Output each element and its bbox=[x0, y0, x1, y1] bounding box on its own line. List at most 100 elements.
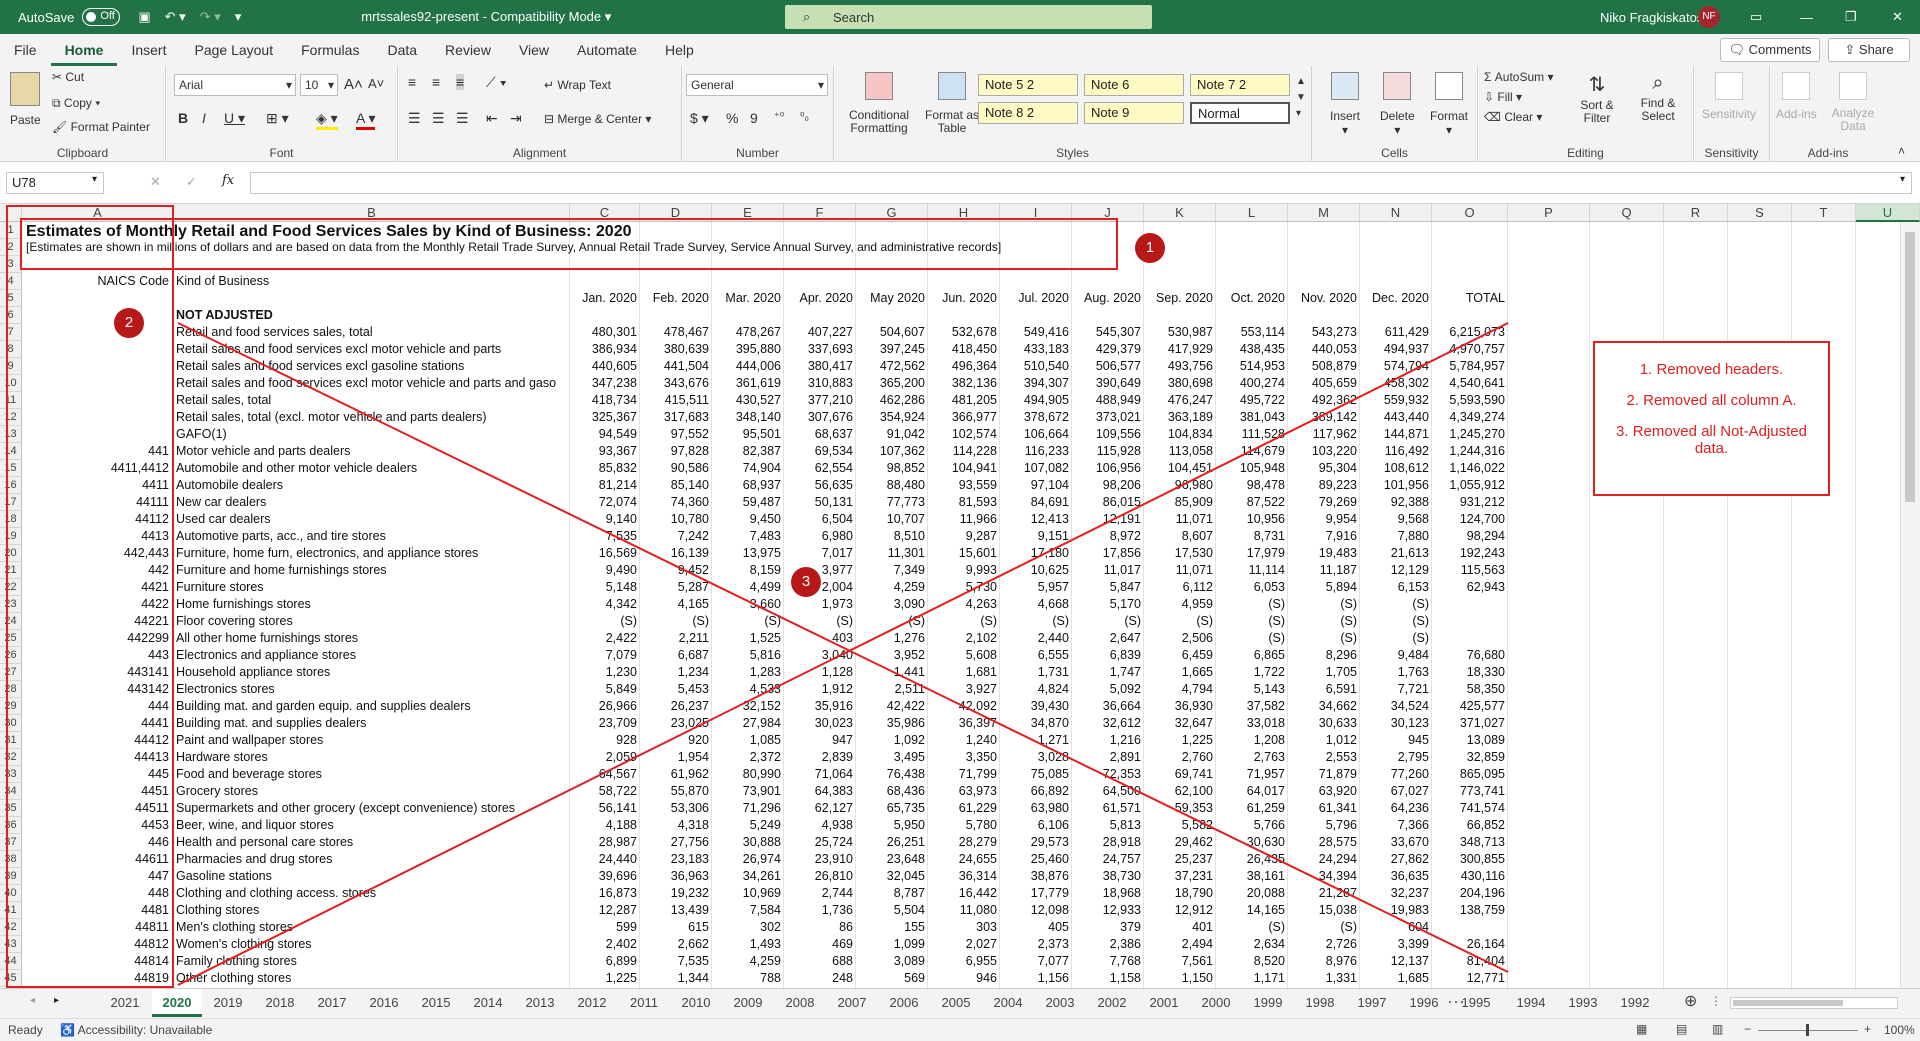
value-cell[interactable]: 1,681 bbox=[928, 664, 1000, 681]
row-header[interactable]: 42 bbox=[0, 919, 22, 936]
value-cell[interactable]: 348,713 bbox=[1432, 834, 1508, 851]
naics-code[interactable]: 44814 bbox=[22, 953, 172, 970]
col-header-h[interactable]: H bbox=[928, 204, 1000, 222]
expand-formula-icon[interactable]: ▾ bbox=[1900, 174, 1905, 185]
value-cell[interactable]: 920 bbox=[640, 732, 712, 749]
value-cell[interactable]: 34,261 bbox=[712, 868, 784, 885]
value-cell[interactable]: 124,700 bbox=[1432, 511, 1508, 528]
value-cell[interactable]: 1,245,270 bbox=[1432, 426, 1508, 443]
value-cell[interactable]: 93,367 bbox=[570, 443, 640, 460]
value-cell[interactable]: 1,722 bbox=[1216, 664, 1288, 681]
enter-icon[interactable]: ✓ bbox=[186, 174, 197, 190]
value-cell[interactable]: 106,956 bbox=[1072, 460, 1144, 477]
value-cell[interactable]: 532,678 bbox=[928, 324, 1000, 341]
currency-icon[interactable]: $ ▾ bbox=[690, 110, 709, 127]
value-cell[interactable]: 1,085 bbox=[712, 732, 784, 749]
font-name-select[interactable]: Arial ▾ bbox=[174, 74, 296, 96]
value-cell[interactable] bbox=[1432, 613, 1508, 630]
row-header[interactable]: 34 bbox=[0, 783, 22, 800]
naics-code[interactable]: 441 bbox=[22, 443, 172, 460]
naics-code[interactable]: 447 bbox=[22, 868, 172, 885]
collapse-ribbon-icon[interactable]: ˄ bbox=[1898, 144, 1905, 158]
value-cell[interactable]: 80,990 bbox=[712, 766, 784, 783]
naics-code[interactable]: 448 bbox=[22, 885, 172, 902]
scroll-thumb[interactable] bbox=[1905, 232, 1915, 502]
value-cell[interactable]: 403 bbox=[784, 630, 856, 647]
row-header[interactable]: 1 bbox=[0, 222, 22, 239]
value-cell[interactable]: 76,680 bbox=[1432, 647, 1508, 664]
sheet-tab-2016[interactable]: 2016 bbox=[358, 989, 410, 1017]
value-cell[interactable] bbox=[1432, 630, 1508, 647]
business-kind[interactable]: Hardware stores bbox=[176, 749, 568, 766]
row-header[interactable]: 32 bbox=[0, 749, 22, 766]
value-cell[interactable]: 16,569 bbox=[570, 545, 640, 562]
value-cell[interactable]: 29,462 bbox=[1144, 834, 1216, 851]
font-size-select[interactable]: 10 ▾ bbox=[300, 74, 338, 96]
value-cell[interactable]: 478,267 bbox=[712, 324, 784, 341]
row-header[interactable]: 21 bbox=[0, 562, 22, 579]
value-cell[interactable]: (S) bbox=[1288, 919, 1360, 936]
value-cell[interactable]: 61,962 bbox=[640, 766, 712, 783]
value-cell[interactable]: 88,480 bbox=[856, 477, 928, 494]
value-cell[interactable]: 109,556 bbox=[1072, 426, 1144, 443]
value-cell[interactable]: 380,639 bbox=[640, 341, 712, 358]
value-cell[interactable]: 117,962 bbox=[1288, 426, 1360, 443]
naics-code[interactable]: 44812 bbox=[22, 936, 172, 953]
value-cell[interactable]: 19,232 bbox=[640, 885, 712, 902]
value-cell[interactable]: 1,055,912 bbox=[1432, 477, 1508, 494]
value-cell[interactable]: 4,959 bbox=[1144, 596, 1216, 613]
value-cell[interactable]: 1,012 bbox=[1288, 732, 1360, 749]
value-cell[interactable]: 32,152 bbox=[712, 698, 784, 715]
value-cell[interactable]: 96,980 bbox=[1144, 477, 1216, 494]
value-cell[interactable]: 113,058 bbox=[1144, 443, 1216, 460]
row-header[interactable]: 37 bbox=[0, 834, 22, 851]
value-cell[interactable]: 93,559 bbox=[928, 477, 1000, 494]
business-kind[interactable]: Electronics and appliance stores bbox=[176, 647, 568, 664]
value-cell[interactable]: 58,722 bbox=[570, 783, 640, 800]
value-cell[interactable]: (S) bbox=[570, 613, 640, 630]
col-header-c[interactable]: C bbox=[570, 204, 640, 222]
sheet-tab-2014[interactable]: 2014 bbox=[462, 989, 514, 1017]
value-cell[interactable]: 2,647 bbox=[1072, 630, 1144, 647]
value-cell[interactable]: 2,494 bbox=[1144, 936, 1216, 953]
value-cell[interactable]: 3,040 bbox=[784, 647, 856, 664]
value-cell[interactable]: 6,955 bbox=[928, 953, 1000, 970]
value-cell[interactable]: 510,540 bbox=[1000, 358, 1072, 375]
month-header[interactable]: Feb. 2020 bbox=[640, 290, 712, 307]
naics-code[interactable]: 44221 bbox=[22, 613, 172, 630]
value-cell[interactable]: 440,605 bbox=[570, 358, 640, 375]
function-icon[interactable]: fx bbox=[222, 173, 234, 188]
value-cell[interactable]: 6,839 bbox=[1072, 647, 1144, 664]
value-cell[interactable]: 108,612 bbox=[1360, 460, 1432, 477]
value-cell[interactable]: 390,649 bbox=[1072, 375, 1144, 392]
row-header[interactable]: 45 bbox=[0, 970, 22, 987]
align-left-icon[interactable]: ☰ bbox=[408, 110, 421, 127]
row-header[interactable]: 10 bbox=[0, 375, 22, 392]
value-cell[interactable]: 5,894 bbox=[1288, 579, 1360, 596]
value-cell[interactable]: 9,568 bbox=[1360, 511, 1432, 528]
value-cell[interactable]: 5,950 bbox=[856, 817, 928, 834]
value-cell[interactable]: 1,234 bbox=[640, 664, 712, 681]
value-cell[interactable]: 64,383 bbox=[784, 783, 856, 800]
value-cell[interactable]: 98,206 bbox=[1072, 477, 1144, 494]
value-cell[interactable]: 28,279 bbox=[928, 834, 1000, 851]
business-kind[interactable]: Other clothing stores bbox=[176, 970, 568, 987]
value-cell[interactable]: 496,364 bbox=[928, 358, 1000, 375]
value-cell[interactable]: 469 bbox=[784, 936, 856, 953]
business-kind[interactable]: Retail and food services sales, total bbox=[176, 324, 568, 341]
value-cell[interactable]: 4,188 bbox=[570, 817, 640, 834]
value-cell[interactable]: 87,522 bbox=[1216, 494, 1288, 511]
value-cell[interactable]: 1,973 bbox=[784, 596, 856, 613]
value-cell[interactable] bbox=[1432, 596, 1508, 613]
value-cell[interactable]: 114,228 bbox=[928, 443, 1000, 460]
value-cell[interactable]: 77,260 bbox=[1360, 766, 1432, 783]
business-kind[interactable]: Retail sales and food services excl moto… bbox=[176, 341, 568, 358]
business-kind[interactable]: Retail sales and food services excl gaso… bbox=[176, 358, 568, 375]
value-cell[interactable]: 4,263 bbox=[928, 596, 1000, 613]
value-cell[interactable]: 1,092 bbox=[856, 732, 928, 749]
business-kind[interactable]: All other home furnishings stores bbox=[176, 630, 568, 647]
value-cell[interactable]: 34,870 bbox=[1000, 715, 1072, 732]
value-cell[interactable]: 77,773 bbox=[856, 494, 928, 511]
business-kind[interactable]: Gasoline stations bbox=[176, 868, 568, 885]
tab-file[interactable]: File bbox=[0, 34, 51, 66]
